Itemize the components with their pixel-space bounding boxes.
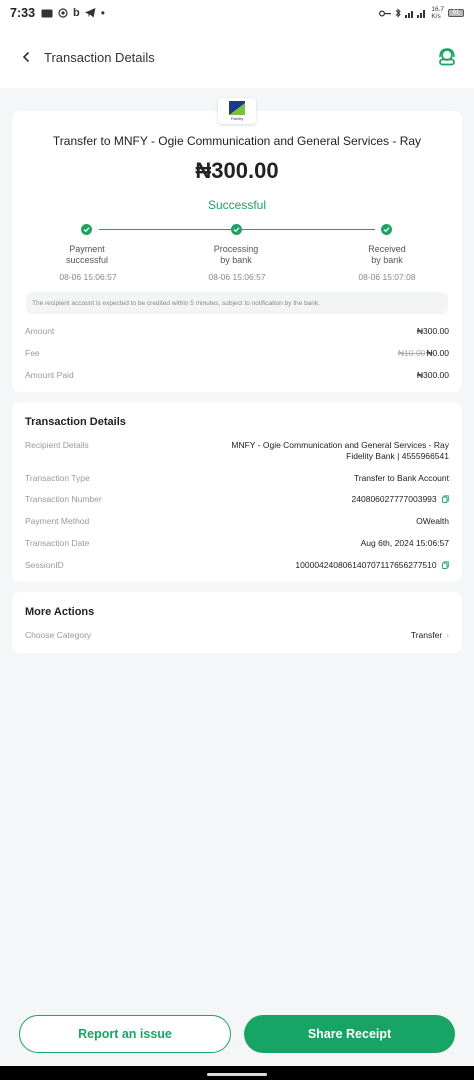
step-check-icon: [81, 224, 92, 235]
home-indicator[interactable]: [207, 1073, 267, 1076]
key-icon: [379, 10, 392, 16]
telegram-icon: [84, 8, 96, 18]
step-time-received: 08-06 15:07:08: [358, 272, 416, 282]
battery-level: 91: [452, 10, 460, 16]
status-system-icons: 16.7 K/s 91: [379, 6, 464, 20]
type-value: Transfer to Bank Account: [353, 473, 449, 483]
network-speed: 16.7 K/s: [431, 6, 444, 20]
chevron-left-icon: [22, 51, 30, 63]
recipient-bank: Fidelity Bank | 4555966541: [346, 451, 449, 461]
status-notification-icons: b •: [41, 6, 105, 20]
recipient-name: MNFY - Ogie Communication and General Se…: [231, 440, 449, 450]
category-label: Choose Category: [25, 630, 92, 640]
step-label-payment: Payment successful: [65, 244, 109, 265]
step-time-processing: 08-06 15:06:57: [208, 272, 266, 282]
signal-icon: [405, 10, 426, 18]
step-check-icon: [231, 224, 242, 235]
sim-icon: [41, 9, 53, 17]
status-time: 7:33: [10, 6, 36, 20]
category-value: Transfer: [410, 630, 443, 640]
support-button[interactable]: [436, 46, 458, 68]
report-issue-button[interactable]: Report an issue: [19, 1015, 231, 1053]
details-title: Transaction Details: [25, 416, 126, 428]
amount-paid-value: ₦300.00: [416, 370, 449, 380]
step-label-processing: Processing by bank: [213, 244, 259, 265]
fee-label: Fee: [25, 348, 40, 358]
method-value: OWealth: [416, 516, 449, 526]
headset-icon: [439, 48, 455, 66]
app-header: Transaction Details: [0, 26, 474, 88]
transaction-status: Successful: [207, 198, 267, 212]
battery-icon: 91: [448, 9, 464, 17]
back-button[interactable]: [16, 47, 36, 67]
session-value-row: 100004240806140707117656277510: [295, 560, 449, 570]
transaction-details-card: Transaction Details Recipient Details MN…: [12, 402, 462, 582]
circle-icon: [58, 8, 68, 18]
method-label: Payment Method: [25, 516, 90, 526]
type-label: Transaction Type: [25, 473, 90, 483]
recipient-value: MNFY - Ogie Communication and General Se…: [231, 440, 449, 462]
bank-logo: Fidelity: [218, 98, 256, 124]
transfer-title: Transfer to MNFY - Ogie Communication an…: [52, 134, 422, 148]
step-check-icon: [381, 224, 392, 235]
session-label: SessionID: [25, 560, 64, 570]
fee-original: ₦10.00: [397, 348, 426, 358]
fee-value: ₦0.00: [426, 348, 449, 358]
session-value: 100004240806140707117656277510: [295, 560, 437, 570]
status-bar: 7:33 b • 16.7 K/s 91: [0, 0, 474, 26]
copy-icon[interactable]: [442, 561, 449, 569]
more-actions-card: More Actions Choose Category Transfer ›: [12, 592, 462, 653]
amount-label: Amount: [25, 326, 55, 336]
more-actions-title: More Actions: [25, 606, 95, 618]
transaction-amount: ₦300.00: [195, 158, 279, 183]
b-icon: b: [73, 7, 80, 19]
number-value: 240806027777003993: [351, 494, 437, 504]
credit-notice: The recipient account is expected to be …: [26, 292, 448, 314]
transaction-summary-card: Transfer to MNFY - Ogie Communication an…: [12, 111, 462, 392]
fee-value-row: ₦10.00₦0.00: [398, 348, 449, 358]
bluetooth-icon: [395, 8, 402, 18]
page-title: Transaction Details: [44, 49, 155, 65]
category-selector[interactable]: Transfer ›: [411, 630, 449, 640]
amount-paid-label: Amount Paid: [25, 370, 74, 380]
number-value-row: 240806027777003993: [352, 494, 449, 504]
dot-icon: •: [100, 6, 105, 20]
date-label: Transaction Date: [25, 538, 90, 548]
date-value: Aug 6th, 2024 15:06:57: [360, 538, 449, 548]
recipient-label: Recipient Details: [25, 440, 89, 450]
step-time-payment: 08-06 15:06:57: [59, 272, 117, 282]
share-receipt-button[interactable]: Share Receipt: [244, 1015, 455, 1053]
step-label-received: Received by bank: [368, 244, 406, 265]
number-label: Transaction Number: [25, 494, 102, 504]
chevron-right-icon: ›: [446, 630, 449, 640]
bank-logo-text: Fidelity: [230, 116, 244, 121]
fidelity-logo-icon: [229, 101, 245, 115]
amount-value: ₦300.00: [416, 326, 449, 336]
copy-icon[interactable]: [442, 495, 449, 503]
